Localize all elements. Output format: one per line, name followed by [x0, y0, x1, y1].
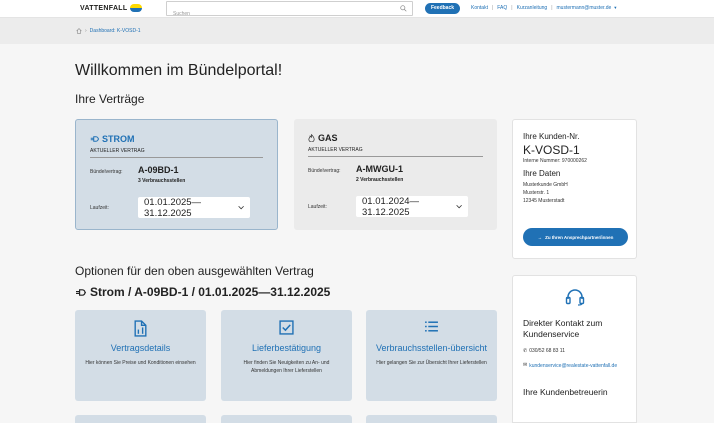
customer-service-card: Direkter Kontakt zum Kundenservice ✆ 030…	[512, 275, 637, 423]
contract-type: STROM	[90, 134, 263, 144]
selected-contract-heading: Strom / A-09BD-1 / 01.01.2025—31.12.2025	[75, 285, 330, 299]
customer-number-heading: Ihre Kunden-Nr.	[523, 132, 580, 141]
breadcrumb: › Dashboard: K-VOSD-1	[76, 28, 141, 34]
phone-number: 030/52 68 83 11	[529, 348, 565, 354]
chevron-down-icon	[238, 205, 244, 210]
link-separator: |	[551, 5, 553, 11]
chevron-right-icon: ›	[85, 28, 87, 34]
contact-persons-label: Zu Ihren Ansprechpartner/innen	[545, 234, 614, 240]
breadcrumb-dashboard[interactable]: Dashboard: K-VOSD-1	[90, 28, 141, 34]
link-separator: |	[491, 5, 494, 11]
contracts-heading: Ihre Verträge	[75, 92, 145, 106]
chevron-down-icon: ▼	[613, 5, 618, 10]
feedback-button[interactable]: Feedback	[425, 3, 460, 14]
internal-number: Interne Nummer: 970000262	[523, 158, 587, 164]
contract-type-label: STROM	[102, 134, 135, 144]
top-links: Kontakt | FAQ | Kurzanleitung | musterma…	[471, 5, 617, 11]
user-email: mustermann@muster.de	[556, 5, 612, 11]
plug-icon	[90, 136, 99, 142]
link-kurzanleitung[interactable]: Kurzanleitung	[517, 5, 548, 11]
contact-email[interactable]: ✉ kundenservice@realestate-vattenfall.de	[523, 362, 626, 370]
logo-text: VATTENFALL	[80, 4, 128, 12]
option-consumption-points-overview[interactable]: Verbrauchsstellen-übersicht Hier gelange…	[366, 310, 497, 401]
phone-icon: ✆	[523, 348, 528, 354]
chevron-down-icon	[456, 204, 462, 209]
contract-card-gas[interactable]: GAS AKTUELLER VERTRAG Bündelvertrag: A-M…	[294, 119, 497, 230]
link-separator: |	[511, 5, 513, 11]
vattenfall-logo[interactable]: VATTENFALL	[80, 4, 143, 12]
company-name: Musterkunde GmbH	[523, 182, 568, 188]
contract-card-strom[interactable]: STROM AKTUELLER VERTRAG Bündelvertrag: A…	[75, 119, 278, 230]
customer-number: K-VOSD-1	[523, 143, 580, 157]
contract-status: AKTUELLER VERTRAG	[90, 148, 263, 158]
consumption-points: 2 Verbrauchsstellen	[356, 177, 404, 183]
contact-phone[interactable]: ✆ 030/52 68 83 11	[523, 348, 626, 354]
user-menu[interactable]: mustermann@muster.de ▼	[557, 5, 618, 11]
option-title: Vertragsdetails	[110, 343, 171, 353]
city: 12345 Musterstadt	[523, 198, 565, 204]
term-label: Laufzeit:	[90, 204, 109, 211]
contract-type: GAS	[308, 133, 483, 143]
selected-contract-label: Strom / A-09BD-1 / 01.01.2025—31.12.2025	[90, 285, 331, 299]
contact-heading: Direkter Kontakt zum Kundenservice	[523, 318, 603, 339]
option-tile-next-row[interactable]	[75, 415, 206, 423]
checkbox-icon	[279, 320, 294, 335]
link-kontakt[interactable]: Kontakt	[471, 5, 488, 11]
customer-data-heading: Ihre Daten	[523, 169, 561, 178]
option-contract-details[interactable]: Vertragsdetails Hier können Sie Preise u…	[75, 310, 206, 401]
term-value: 01.01.2024—31.12.2025	[362, 195, 420, 218]
option-title: Verbrauchsstellen-übersicht	[375, 343, 488, 353]
term-select[interactable]: 01.01.2024—31.12.2025	[356, 195, 468, 218]
bundle-number: A-MWGU-1	[356, 164, 403, 174]
breadcrumb-band: › Dashboard: K-VOSD-1	[0, 18, 714, 44]
option-description: Hier gelangen Sie zur Übersicht Ihrer Li…	[376, 360, 487, 366]
headset-icon	[565, 289, 584, 306]
consumption-points: 3 Verbrauchsstellen	[138, 178, 186, 184]
contract-type-label: GAS	[318, 133, 338, 143]
option-description: Hier können Sie Preise und Konditionen e…	[85, 360, 196, 366]
street: Musterstr. 1	[523, 190, 550, 196]
contact-persons-button[interactable]: → Zu Ihren Ansprechpartner/innen	[523, 228, 628, 246]
option-tile-next-row[interactable]	[221, 415, 352, 423]
term-select[interactable]: 01.01.2025—31.12.2025	[138, 196, 250, 219]
arrow-right-icon: →	[537, 234, 543, 240]
search-box	[166, 1, 413, 21]
option-tile-next-row[interactable]	[366, 415, 497, 423]
home-icon[interactable]	[76, 28, 82, 34]
logo-mark-icon	[130, 4, 143, 12]
list-icon	[425, 321, 438, 332]
plug-icon	[76, 288, 86, 296]
flame-icon	[308, 134, 315, 142]
top-navigation-bar: VATTENFALL Feedback Kontakt | FAQ | Kurz…	[0, 0, 714, 21]
options-heading: Optionen für den oben ausgewählten Vertr…	[75, 264, 314, 278]
bundle-label: Bündelvertrag:	[90, 169, 123, 175]
search-icon[interactable]	[400, 5, 407, 12]
term-label: Laufzeit:	[308, 203, 327, 210]
option-delivery-confirmation[interactable]: Lieferbestätigung Hier finden Sie Neuigk…	[221, 310, 352, 401]
bundle-label: Bündelvertrag:	[308, 168, 341, 174]
contract-status: AKTUELLER VERTRAG	[308, 147, 483, 157]
option-description: Hier finden Sie Neuigkeiten zu An- und A…	[243, 360, 330, 374]
term-value: 01.01.2025—31.12.2025	[144, 196, 202, 219]
email-address: kundenservice@realestate-vattenfall.de	[529, 363, 618, 369]
customer-info-card: Ihre Kunden-Nr. K-VOSD-1 Interne Nummer:…	[512, 119, 637, 259]
advisor-heading: Ihre Kundenbetreuerin	[523, 387, 608, 397]
mail-icon: ✉	[523, 362, 528, 368]
link-faq[interactable]: FAQ	[497, 5, 507, 11]
bundle-number: A-09BD-1	[138, 165, 179, 175]
page-title: Willkommen im Bündelportal!	[75, 62, 283, 79]
option-title: Lieferbestätigung	[251, 343, 322, 353]
document-icon	[134, 320, 147, 337]
